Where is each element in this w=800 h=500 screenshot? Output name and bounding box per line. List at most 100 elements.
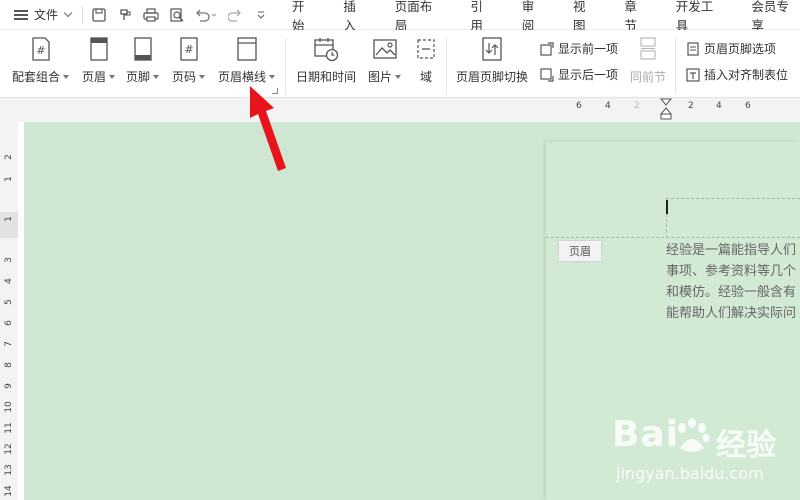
vertical-ruler[interactable]: 2 1 1 3 4 5 6 7 8 9 10 11 12 13 14 (0, 122, 18, 500)
watermark-brand: Bai (612, 414, 680, 455)
ruler-mark: 7 (4, 341, 14, 347)
horizontal-ruler[interactable]: 6 4 2 2 4 6 (0, 98, 800, 122)
insert-align-tab-label: 插入对齐制表位 (704, 68, 789, 82)
format-painter-icon[interactable] (117, 7, 133, 23)
baidu-jingyan-watermark: Bai 经验 jingyan.baidu.com (612, 414, 798, 496)
ribbon-header-footer: # 配套组合 页眉 页脚 # 页码 页眉横线 日期和时间 图片 域 页眉页脚切换… (0, 30, 800, 98)
tab-chapter[interactable]: 章节 (624, 0, 648, 34)
field-icon (413, 36, 439, 62)
tab-insert[interactable]: 插入 (343, 0, 367, 34)
ruler-mark: 2 (4, 154, 14, 160)
ribbon-tabs: 开始 插入 页面布局 引用 审阅 视图 章节 开发工具 会员专享 (282, 0, 800, 33)
field-button[interactable]: 域 (413, 36, 439, 85)
header-footer-options-button[interactable]: 页眉页脚选项 (686, 40, 776, 57)
ruler-mark: 12 (4, 443, 14, 455)
print-icon[interactable] (143, 7, 159, 23)
body-line: 事项、参考资料等几个 (666, 264, 797, 279)
svg-text:#: # (36, 44, 45, 57)
body-line: 经验是一篇能指导人们 (666, 243, 797, 258)
matching-combo-label: 配套组合 (12, 70, 61, 84)
ruler-mark: 9 (4, 383, 14, 389)
tab-member[interactable]: 会员专享 (751, 0, 800, 34)
show-next-button[interactable]: 显示后一项 (540, 66, 618, 83)
field-label: 域 (419, 70, 432, 84)
same-as-previous-button[interactable]: 同前节 (630, 36, 666, 85)
show-previous-icon (540, 41, 554, 56)
ruler-mark: 3 (4, 257, 14, 263)
link-previous-icon (635, 36, 661, 62)
red-arrow-icon (240, 84, 292, 177)
header-edit-area[interactable] (666, 198, 800, 238)
matching-combo-button[interactable]: # 配套组合 (12, 36, 70, 85)
indent-marker-icon[interactable] (659, 98, 673, 123)
show-previous-label: 显示前一项 (558, 42, 619, 56)
same-as-previous-label: 同前节 (630, 70, 667, 84)
header-line-button[interactable]: 页眉横线 (218, 36, 276, 85)
ruler-mark: 6 (745, 101, 751, 111)
options-page-icon (686, 41, 700, 56)
print-preview-icon[interactable] (169, 7, 185, 23)
ruler-mark: 10 (4, 401, 14, 413)
header-footer-options-label: 页眉页脚选项 (704, 42, 777, 56)
page-number-button[interactable]: # 页码 (172, 36, 206, 85)
header-tag: 页眉 (558, 240, 602, 262)
show-next-icon (540, 67, 554, 82)
menu-bar: 文件 开始 插入 页面布局 引用 审阅 视图 章节 开发工具 会员专享 (0, 0, 800, 33)
file-menu[interactable]: 文件 (0, 6, 82, 23)
ruler-mark: 2 (688, 101, 694, 111)
watermark-brand-cn: 经验 (716, 428, 776, 463)
header-button[interactable]: 页眉 (82, 36, 116, 85)
picture-icon (372, 36, 398, 62)
document-body-text[interactable]: 经验是一篇能指导人们 事项、参考资料等几个 和模仿。经验一般含有 能帮助人们解决… (666, 240, 800, 324)
tab-home[interactable]: 开始 (292, 0, 316, 34)
show-previous-button[interactable]: 显示前一项 (540, 40, 618, 57)
insert-align-tab-button[interactable]: 插入对齐制表位 (686, 66, 788, 83)
switch-header-footer-button[interactable]: 页眉页脚切换 (456, 36, 528, 85)
date-time-button[interactable]: 日期和时间 (296, 36, 356, 85)
tab-view[interactable]: 视图 (573, 0, 597, 34)
undo-icon[interactable] (195, 7, 217, 23)
tab-developer[interactable]: 开发工具 (676, 0, 725, 34)
watermark-url: jingyan.baidu.com (616, 464, 764, 483)
ruler-mark: 13 (4, 464, 14, 476)
tab-references[interactable]: 引用 (470, 0, 494, 34)
page-number-icon: # (176, 36, 202, 62)
svg-text:#: # (184, 43, 193, 56)
body-line: 和模仿。经验一般含有 (666, 285, 797, 300)
redo-icon[interactable] (227, 7, 243, 23)
header-label: 页眉 (82, 70, 107, 84)
ruler-mark: 1 (4, 176, 14, 182)
switch-header-footer-label: 页眉页脚切换 (456, 70, 529, 84)
calendar-clock-icon (313, 36, 339, 62)
quick-access-toolbar (82, 5, 269, 24)
hamburger-icon (14, 9, 28, 20)
page-number-label: 页码 (172, 70, 197, 84)
picture-button[interactable]: 图片 (368, 36, 402, 85)
align-tab-icon (686, 67, 700, 82)
tab-review[interactable]: 审阅 (522, 0, 546, 34)
ruler-mark: 8 (4, 362, 14, 368)
tab-page-layout[interactable]: 页面布局 (395, 0, 444, 34)
picture-label: 图片 (368, 70, 393, 84)
paw-icon (672, 416, 712, 459)
ruler-mark: 4 (4, 278, 14, 284)
ruler-mark: 6 (4, 320, 14, 326)
ruler-mark: 2 (634, 101, 640, 111)
header-line-label: 页眉横线 (218, 70, 267, 84)
show-next-label: 显示后一项 (558, 68, 619, 82)
header-line-icon (234, 36, 260, 62)
chevron-down-icon (63, 8, 73, 17)
body-line: 能帮助人们解决实际问 (666, 306, 797, 321)
switch-header-footer-icon (479, 36, 505, 62)
customize-quick-access-icon[interactable] (253, 7, 269, 23)
footer-button[interactable]: 页脚 (126, 36, 160, 85)
ruler-mark: 6 (576, 101, 582, 111)
text-cursor (666, 200, 668, 214)
footer-page-icon (130, 36, 156, 62)
ruler-mark: 5 (4, 299, 14, 305)
header-page-icon (86, 36, 112, 62)
ruler-mark: 4 (605, 101, 611, 111)
save-icon[interactable] (91, 7, 107, 23)
ruler-mark: 14 (4, 485, 14, 497)
footer-label: 页脚 (126, 70, 151, 84)
